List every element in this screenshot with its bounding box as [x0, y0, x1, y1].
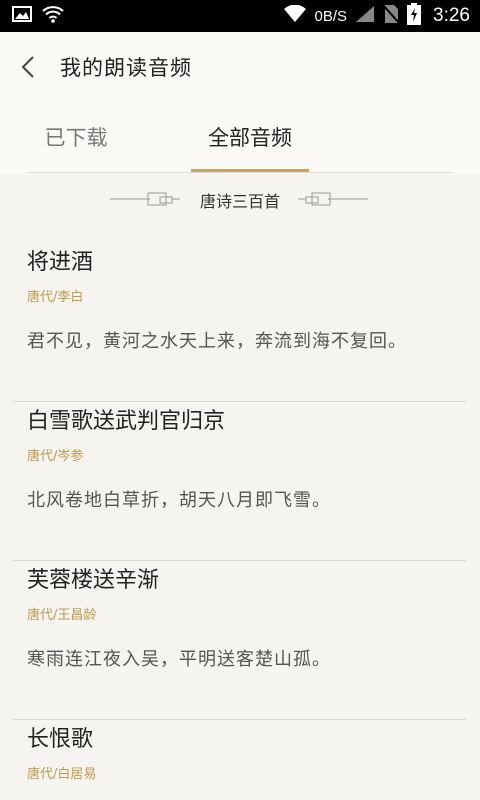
status-bar: 0B/S 3:26 — [0, 0, 480, 32]
poem-title: 长恨歌 — [27, 727, 94, 752]
poem-item[interactable]: 将进酒 唐代/李白 君不见，黄河之水天上来，奔流到海不复回。 — [13, 244, 466, 402]
poem-item[interactable]: 长恨歌 唐代/白居易 — [13, 721, 466, 800]
item-divider — [13, 560, 466, 561]
cell-signal-icon — [355, 5, 375, 27]
tab-bar: 已下载 全部音频 — [26, 122, 454, 174]
audio-list: 唐诗三百首 将进酒 唐代/李白 君不见，黄河之水天上来，奔流到海不复回。 白雪歌… — [0, 174, 480, 800]
poem-author: 唐代/李白 — [27, 290, 84, 305]
wifi-signal-icon — [284, 4, 307, 27]
right-ornament-icon — [298, 190, 368, 212]
poem-first-line: 君不见，黄河之水天上来，奔流到海不复回。 — [27, 331, 407, 352]
poem-title: 芙蓉楼送辛渐 — [27, 568, 160, 593]
poem-title: 白雪歌送武判官归京 — [27, 409, 226, 434]
item-divider — [13, 719, 466, 720]
item-divider — [13, 401, 466, 402]
no-sim-icon — [382, 4, 400, 28]
poem-item[interactable]: 白雪歌送武判官归京 唐代/岑参 北风卷地白草折，胡天八月即飞雪。 — [13, 403, 466, 561]
poem-first-line: 寒雨连江夜入吴，平明送客楚山孤。 — [27, 649, 331, 670]
poem-title: 将进酒 — [27, 250, 94, 275]
poem-author: 唐代/王昌龄 — [27, 608, 97, 623]
tab-all-audio[interactable]: 全部音频 — [191, 122, 309, 171]
poem-author: 唐代/白居易 — [27, 767, 97, 782]
net-speed: 0B/S — [314, 7, 348, 25]
section-title: 唐诗三百首 — [199, 192, 280, 211]
poem-author: 唐代/岑参 — [27, 449, 84, 464]
tab-divider — [26, 172, 454, 173]
app-header: 我的朗读音频 已下载 全部音频 — [0, 32, 480, 174]
gallery-notification-icon — [12, 6, 32, 26]
poem-item[interactable]: 芙蓉楼送辛渐 唐代/王昌龄 寒雨连江夜入吴，平明送客楚山孤。 — [13, 562, 466, 720]
section-header: 唐诗三百首 — [0, 184, 480, 214]
wifi-notification-icon — [42, 5, 64, 27]
battery-charging-icon — [407, 3, 422, 29]
page-title: 我的朗读音频 — [60, 56, 192, 80]
clock: 3:26 — [433, 5, 470, 26]
back-arrow-icon[interactable] — [18, 54, 42, 80]
tab-downloaded[interactable]: 已下载 — [26, 122, 126, 171]
poem-first-line: 北风卷地白草折，胡天八月即飞雪。 — [27, 490, 331, 511]
